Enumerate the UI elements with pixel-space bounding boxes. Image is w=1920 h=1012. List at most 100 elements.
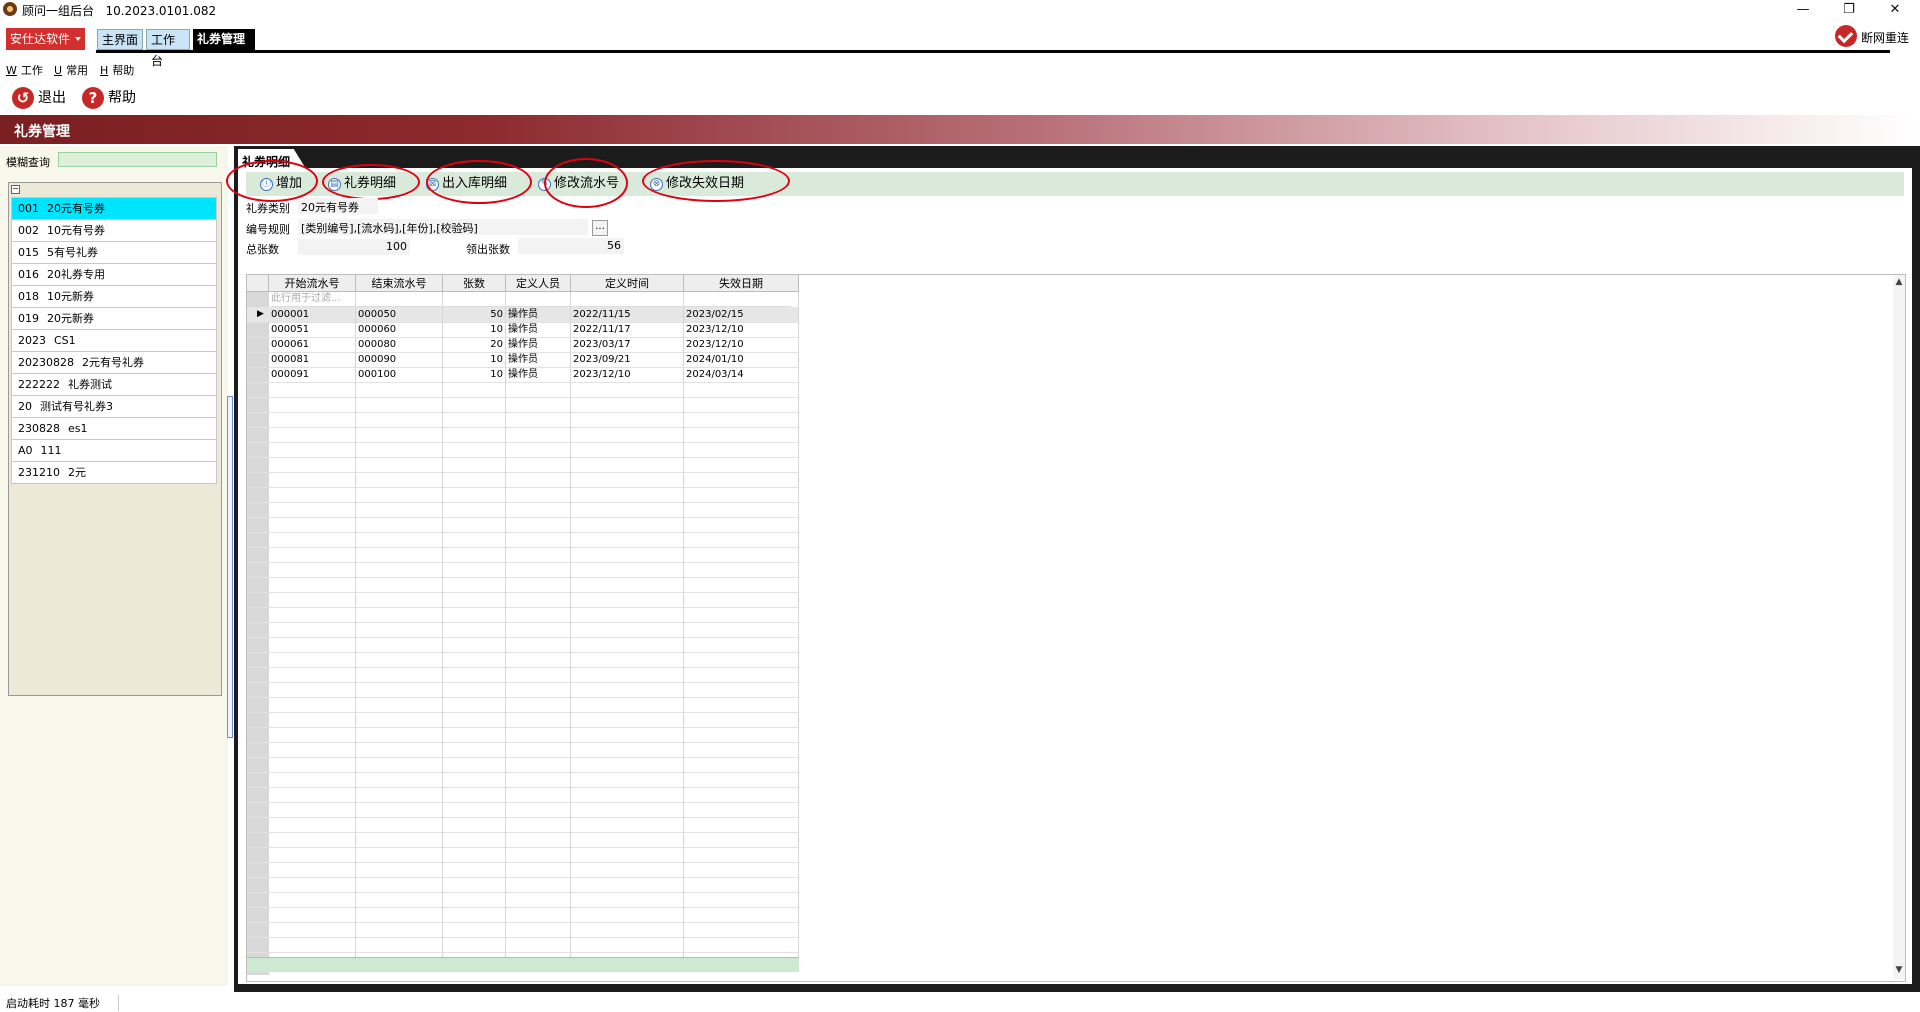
list-item[interactable]: A0 111 bbox=[11, 439, 217, 462]
table-cell: 000081 bbox=[269, 352, 356, 367]
voucher-type-name: CS1 bbox=[54, 334, 76, 347]
grid-row-line bbox=[247, 547, 799, 548]
table-row[interactable]: ▶ 000001 000050 50 操作员 2022/11/15 2023/02/15 bbox=[247, 307, 799, 322]
tab-strip-underline bbox=[96, 50, 1890, 53]
list-item[interactable]: 001 20元有号券 bbox=[11, 197, 217, 220]
exit-icon: ↺ bbox=[12, 87, 34, 109]
table-row[interactable]: 000061 000080 20 操作员 2023/03/17 2023/12/10 bbox=[247, 337, 799, 352]
voucher-type-name: 礼券测试 bbox=[68, 378, 112, 391]
detail-content: ⓘ 增加 ▤ 礼券明细 ⊠ 出入库明细 ✎ 修改流水号 ⊗ 修改失效日期 礼券类… bbox=[226, 158, 1912, 984]
menu-help[interactable]: H 帮助 bbox=[100, 62, 134, 78]
grid-body: 开始流水号 结束流水号 张数 定义人员 定义时间 失效日期 此行用于过滤... ▶ 0000… bbox=[247, 275, 799, 975]
column-header[interactable]: 开始流水号 bbox=[269, 275, 356, 292]
table-cell: 2023/09/21 bbox=[571, 352, 684, 367]
list-item[interactable]: 018 10元新券 bbox=[11, 285, 217, 308]
table-cell: 操作员 bbox=[506, 352, 571, 367]
grid-row-line bbox=[247, 772, 799, 773]
list-item[interactable]: 20230828 2元有号礼券 bbox=[11, 351, 217, 374]
grid-row-line bbox=[247, 832, 799, 833]
menu-common[interactable]: U 常用 bbox=[54, 62, 88, 78]
issued-count-label: 领出张数 bbox=[466, 243, 510, 256]
exit-button[interactable]: ↺ 退出 bbox=[12, 86, 72, 110]
grid-row-line bbox=[247, 937, 799, 938]
menu-work[interactable]: W 工作 bbox=[6, 62, 43, 78]
grid-row-line bbox=[247, 457, 799, 458]
total-count-label: 总张数 bbox=[246, 243, 279, 256]
list-item[interactable]: 019 20元新券 bbox=[11, 307, 217, 330]
collapse-icon[interactable]: − bbox=[11, 185, 20, 194]
list-item[interactable]: 222222 礼券测试 bbox=[11, 373, 217, 396]
table-cell: 2024/01/10 bbox=[684, 352, 799, 367]
column-header[interactable]: 定义人员 bbox=[506, 275, 571, 292]
grid-scrollbar[interactable]: ▲ ▼ bbox=[1893, 275, 1905, 979]
help-button[interactable]: ? 帮助 bbox=[82, 86, 142, 110]
list-item[interactable]: 230828 es1 bbox=[11, 417, 217, 440]
column-header[interactable]: 失效日期 bbox=[684, 275, 799, 292]
minimize-icon[interactable]: — bbox=[1780, 0, 1826, 20]
window-title: 顾问一组后台 10.2023.0101.082 bbox=[22, 4, 217, 18]
help-icon: ? bbox=[82, 87, 104, 109]
restore-icon[interactable]: ❐ bbox=[1826, 0, 1872, 20]
company-menu-button[interactable]: 安仕达软件 bbox=[6, 28, 85, 50]
fuzzy-search-input[interactable] bbox=[58, 152, 217, 167]
table-cell: 操作员 bbox=[506, 322, 571, 337]
code-rule-picker-button[interactable]: ... bbox=[592, 220, 608, 236]
list-item[interactable]: 231210 2元 bbox=[11, 461, 217, 484]
grid-row-line bbox=[247, 922, 799, 923]
scroll-up-icon[interactable]: ▲ bbox=[1894, 277, 1904, 287]
voucher-detail-panel: 礼券明细 ⓘ 增加 ▤ 礼券明细 ⊠ 出入库明细 ✎ 修改流水号 ⊗ 修改失效日… bbox=[226, 146, 1920, 992]
table-row[interactable]: 000091 000100 10 操作员 2023/12/10 2024/03/14 bbox=[247, 367, 799, 382]
column-header[interactable]: 结束流水号 bbox=[356, 275, 443, 292]
list-item[interactable]: 016 20礼券专用 bbox=[11, 263, 217, 286]
grid-row-line bbox=[247, 682, 799, 683]
tab-workbench[interactable]: 工作台 bbox=[146, 29, 190, 68]
voucher-type-name: 20礼券专用 bbox=[47, 268, 105, 281]
section-header: 礼券管理 bbox=[0, 115, 1920, 144]
column-header[interactable]: 定义时间 bbox=[571, 275, 684, 292]
table-cell: 2024/03/14 bbox=[684, 367, 799, 382]
table-cell: 2022/11/15 bbox=[571, 307, 684, 322]
voucher-type-name: 2元 bbox=[68, 466, 86, 479]
list-item[interactable]: 20 测试有号礼券3 bbox=[11, 395, 217, 418]
grid-filter-row[interactable]: 此行用于过滤... bbox=[271, 292, 791, 307]
table-row[interactable]: 000081 000090 10 操作员 2023/09/21 2024/01/10 bbox=[247, 352, 799, 367]
title-bar: 顾问一组后台 10.2023.0101.082 — ❐ ✕ bbox=[0, 0, 1920, 20]
voucher-type-name: 5有号礼券 bbox=[47, 246, 98, 259]
grid-row-line bbox=[247, 877, 799, 878]
voucher-type-panel: 模糊查询 − 001 20元有号券 002 10元有号券 015 5有号礼券 016 20礼券… bbox=[0, 146, 228, 986]
panel-splitter[interactable] bbox=[227, 396, 233, 738]
grid-row-line bbox=[247, 787, 799, 788]
serial-range-grid: 开始流水号 结束流水号 张数 定义人员 定义时间 失效日期 此行用于过滤... ▶ 0000… bbox=[246, 274, 1906, 982]
grid-row-line bbox=[247, 502, 799, 503]
list-item[interactable]: 015 5有号礼券 bbox=[11, 241, 217, 264]
table-cell: 20 bbox=[443, 337, 506, 352]
grid-row-line bbox=[247, 802, 799, 803]
grid-row-line bbox=[247, 607, 799, 608]
tab-main[interactable]: 主界面 bbox=[97, 29, 143, 50]
list-item[interactable]: 002 10元有号券 bbox=[11, 219, 217, 242]
scroll-down-icon[interactable]: ▼ bbox=[1894, 965, 1904, 975]
grid-row-line bbox=[247, 697, 799, 698]
tab-voucher-management[interactable]: 礼券管理 bbox=[193, 29, 255, 50]
grid-row-line bbox=[247, 427, 799, 428]
table-cell: 10 bbox=[443, 352, 506, 367]
table-cell: 000061 bbox=[269, 337, 356, 352]
list-item[interactable]: 2023 CS1 bbox=[11, 329, 217, 352]
voucher-type-code: 002 bbox=[18, 224, 39, 237]
grid-row-line bbox=[247, 952, 799, 953]
grid-row-line bbox=[247, 412, 799, 413]
grid-row-line bbox=[247, 637, 799, 638]
close-icon[interactable]: ✕ bbox=[1872, 0, 1918, 20]
table-cell: 000051 bbox=[269, 322, 356, 337]
column-header[interactable]: 张数 bbox=[443, 275, 506, 292]
grid-row-line bbox=[247, 397, 799, 398]
toolbar: ↺ 退出 ? 帮助 bbox=[0, 86, 1920, 112]
table-cell: 2023/03/17 bbox=[571, 337, 684, 352]
table-cell: 2023/12/10 bbox=[684, 337, 799, 352]
table-cell: 000001 bbox=[269, 307, 356, 322]
grid-row-line bbox=[247, 472, 799, 473]
table-cell: 操作员 bbox=[506, 337, 571, 352]
table-row[interactable]: 000051 000060 10 操作员 2022/11/17 2023/12/10 bbox=[247, 322, 799, 337]
app-version: 10.2023.0101.082 bbox=[105, 4, 217, 18]
voucher-type-code: 018 bbox=[18, 290, 39, 303]
